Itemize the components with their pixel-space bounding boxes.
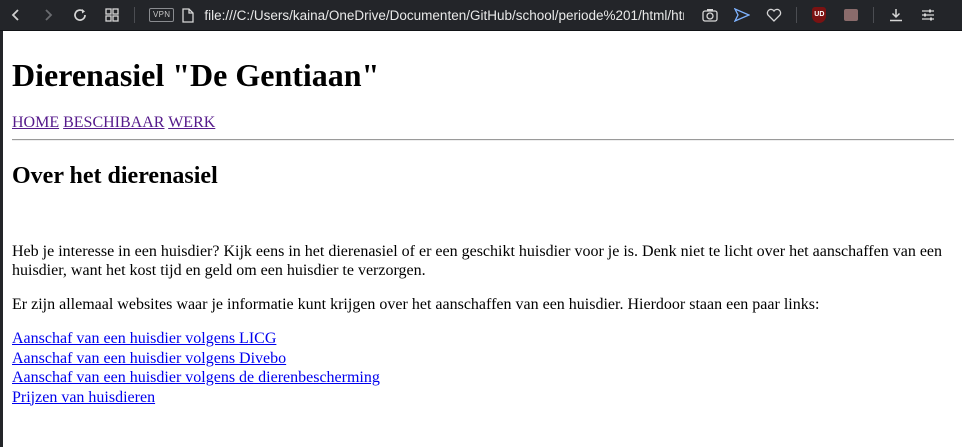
downloads-button[interactable]	[880, 0, 912, 31]
url-text[interactable]: file:///C:/Users/kaina/OneDrive/Document…	[204, 8, 684, 23]
link-divebo[interactable]: Aanschaf van een huisdier volgens Divebo	[12, 349, 380, 369]
page-title: Dierenasiel "De Gentiaan"	[12, 57, 380, 93]
reader-extension-button[interactable]	[835, 0, 867, 31]
send-button[interactable]	[726, 0, 758, 31]
nav-link-beschikbaar[interactable]: BESCHIBAAR	[63, 114, 164, 131]
link-licg[interactable]: Aanschaf van een huisdier volgens LICG	[12, 329, 380, 349]
ublock-icon: UD	[812, 7, 827, 23]
resource-links: Aanschaf van een huisdier volgens LICG A…	[12, 329, 380, 407]
nav-link-werk[interactable]: WERK	[168, 114, 215, 131]
toolbar-actions: UD	[694, 0, 944, 31]
section-heading: Over het dierenasiel	[12, 163, 218, 189]
page-content: Dierenasiel "De Gentiaan" HOME BESCHIBAA…	[3, 31, 962, 447]
book-icon	[844, 9, 859, 21]
reload-button[interactable]	[64, 0, 96, 31]
favorite-button[interactable]	[758, 0, 790, 31]
main-nav: HOME BESCHIBAAR WERK	[12, 113, 215, 133]
grid-icon	[105, 8, 119, 22]
file-icon	[182, 7, 195, 23]
toolbar-divider	[134, 7, 135, 23]
ublock-extension-button[interactable]: UD	[803, 0, 835, 31]
chevron-left-icon	[11, 9, 19, 21]
back-button[interactable]	[0, 0, 32, 31]
address-bar[interactable]: file:///C:/Users/kaina/OneDrive/Document…	[182, 0, 694, 31]
sliders-icon	[922, 9, 935, 21]
camera-icon	[702, 9, 719, 22]
divider	[12, 139, 954, 141]
heart-icon	[767, 8, 782, 22]
reload-icon	[74, 9, 86, 21]
snapshot-button[interactable]	[694, 0, 726, 31]
browser-toolbar: VPN file:///C:/Users/kaina/OneDrive/Docu…	[0, 0, 962, 31]
toolbar-divider	[796, 7, 798, 23]
toolbar-divider	[873, 7, 875, 23]
intro-paragraph: Heb je interesse in een huisdier? Kijk e…	[12, 243, 943, 279]
link-dierenbescherming[interactable]: Aanschaf van een huisdier volgens de die…	[12, 368, 380, 388]
links-intro-paragraph: Er zijn allemaal websites waar je inform…	[12, 296, 820, 313]
link-prijzen[interactable]: Prijzen van huisdieren	[12, 388, 380, 408]
send-icon	[734, 8, 751, 22]
forward-button[interactable]	[32, 0, 64, 31]
chevron-right-icon	[45, 9, 53, 21]
vpn-button[interactable]: VPN	[149, 8, 175, 22]
speed-dial-button[interactable]	[96, 0, 128, 31]
nav-link-home[interactable]: HOME	[12, 114, 59, 131]
settings-button[interactable]	[912, 0, 944, 31]
download-icon	[890, 9, 903, 22]
